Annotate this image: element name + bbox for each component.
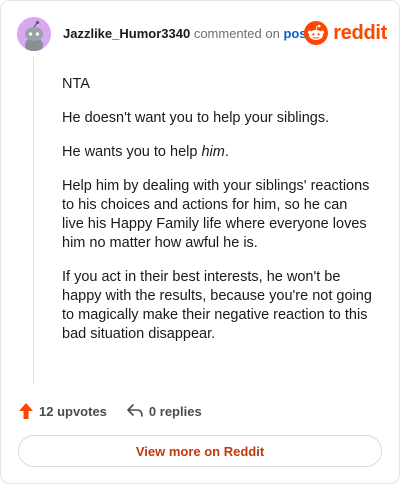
reddit-logo-icon (304, 21, 329, 45)
comment-paragraph: If you act in their best interests, he w… (62, 269, 372, 342)
reddit-wordmark: reddit (333, 21, 387, 44)
username[interactable]: Jazzlike_Humor3340 (63, 26, 190, 41)
comment-paragraph: Help him by dealing with your siblings' … (62, 178, 370, 251)
comment-actions: 12 upvotes 0 replies (19, 401, 202, 421)
paragraph-text: . (224, 144, 229, 160)
snoo-avatar-icon (17, 17, 51, 51)
upvote-arrow-icon (19, 403, 33, 419)
paragraph-text: He wants you to help (62, 144, 202, 160)
comment-paragraph: He wants you to help him. (62, 143, 372, 162)
comment-body: NTA He doesn't want you to help your sib… (62, 75, 372, 359)
comment-card: Jazzlike_Humor3340 commented on post red… (0, 0, 400, 484)
comment-paragraph: NTA (62, 76, 90, 92)
reply-arrow-icon (127, 404, 143, 417)
commented-on-text: commented on (193, 26, 280, 41)
upvote-button[interactable]: 12 upvotes (19, 403, 107, 419)
avatar[interactable] (17, 17, 51, 51)
upvote-count: 12 upvotes (39, 403, 107, 419)
comment-meta: Jazzlike_Humor3340 commented on post (63, 26, 311, 42)
reply-button[interactable]: 0 replies (127, 404, 202, 419)
view-more-on-reddit-button[interactable]: View more on Reddit (18, 435, 382, 467)
comment-paragraph: He doesn't want you to help your sibling… (62, 110, 330, 126)
comment-header: Jazzlike_Humor3340 commented on post red… (17, 17, 387, 51)
emphasis-text: him (201, 144, 225, 160)
reddit-brand[interactable]: reddit (304, 19, 387, 47)
reply-count: 0 replies (148, 403, 202, 419)
thread-line (33, 57, 34, 385)
